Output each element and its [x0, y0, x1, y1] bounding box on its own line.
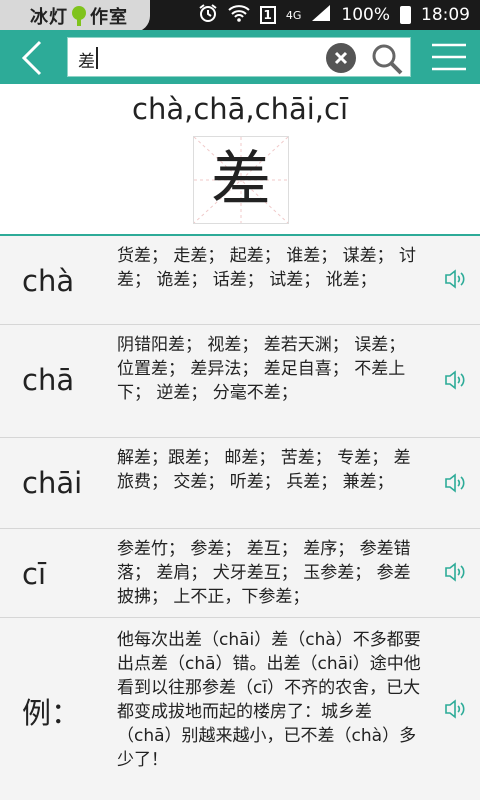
clear-button[interactable] [326, 43, 356, 73]
alarm-icon [198, 3, 218, 28]
character-grid: 差 [193, 136, 289, 224]
search-icon [372, 44, 403, 75]
brand-text-left: 冰灯 [30, 7, 68, 28]
search-input[interactable] [76, 46, 320, 72]
reading-words: 解差；跟差； 邮差； 苦差； 专差； 差旅费； 交差； 听差； 兵差； 兼差； [117, 448, 411, 492]
back-button[interactable] [14, 38, 54, 78]
sim-indicator: 1 [259, 6, 276, 24]
character-glyph: 差 [211, 145, 271, 215]
search-toolbar [0, 30, 480, 84]
network-type: 4G [285, 8, 302, 22]
clear-icon [334, 51, 348, 65]
character-header: chà,chā,chāi,cī 差 [0, 84, 480, 236]
speaker-icon[interactable] [444, 369, 468, 391]
speaker-icon[interactable] [444, 268, 468, 290]
reading-pinyin: cī [22, 557, 47, 591]
reading-pinyin: chāi [22, 466, 83, 500]
reading-pinyin: chā [22, 363, 75, 397]
signal-icon [311, 4, 331, 27]
battery-icon [400, 6, 411, 24]
readings-list: chà 货差； 走差； 起差； 谁差； 谋差； 讨差； 诡差； 话差； 试差； … [0, 236, 480, 800]
status-bar: 冰灯 作室 1 4G 100% 18:09 [0, 0, 480, 32]
reading-row-cha1: chā 阴错阳差； 视差； 差若天渊； 误差； 位置差； 差异法； 差足自喜； … [0, 325, 480, 438]
example-row: 例： 他每次出差（chāi）差（chà）不多都要出点差（chā）错。出差（chā… [0, 618, 480, 800]
menu-icon [432, 43, 466, 71]
menu-button[interactable] [432, 43, 466, 71]
example-text: 他每次出差（chāi）差（chà）不多都要出点差（chā）错。出差（chāi）途… [117, 630, 421, 770]
wifi-icon [227, 4, 250, 27]
reading-row-chai1: chāi 解差；跟差； 邮差； 苦差； 专差； 差旅费； 交差； 听差； 兵差；… [0, 438, 480, 529]
status-icons: 1 4G 100% 18:09 [198, 0, 470, 30]
reading-words: 货差； 走差； 起差； 谁差； 谋差； 讨差； 诡差； 话差； 试差； 讹差； [117, 246, 417, 290]
reading-words: 阴错阳差； 视差； 差若天渊； 误差； 位置差； 差异法； 差足自喜； 不差上下… [117, 335, 406, 403]
text-cursor [96, 47, 98, 69]
pinyin-summary: chà,chā,chāi,cī [132, 92, 348, 126]
speaker-icon[interactable] [444, 698, 468, 720]
reading-pinyin: chà [22, 264, 75, 298]
reading-row-ci1: cī 参差竹； 参差； 差互； 差序； 参差错落； 差肩； 犬牙差互； 玉参差；… [0, 529, 480, 618]
brand-text-right: 作室 [90, 7, 128, 28]
reading-row-cha4: chà 货差； 走差； 起差； 谁差； 谋差； 讨差； 诡差； 话差； 试差； … [0, 236, 480, 325]
example-label: 例： [22, 696, 81, 730]
battery-percent: 100% [341, 5, 390, 25]
watermark-logo: 冰灯 作室 [0, 0, 150, 32]
clock: 18:09 [421, 5, 470, 25]
reading-words: 参差竹； 参差； 差互； 差序； 参差错落； 差肩； 犬牙差互； 玉参差； 参差… [117, 539, 411, 607]
speaker-icon[interactable] [444, 561, 468, 583]
speaker-icon[interactable] [444, 472, 468, 494]
search-box[interactable] [67, 37, 411, 77]
bulb-icon [72, 6, 86, 26]
back-arrow-icon [21, 40, 42, 76]
search-button[interactable] [370, 42, 404, 76]
